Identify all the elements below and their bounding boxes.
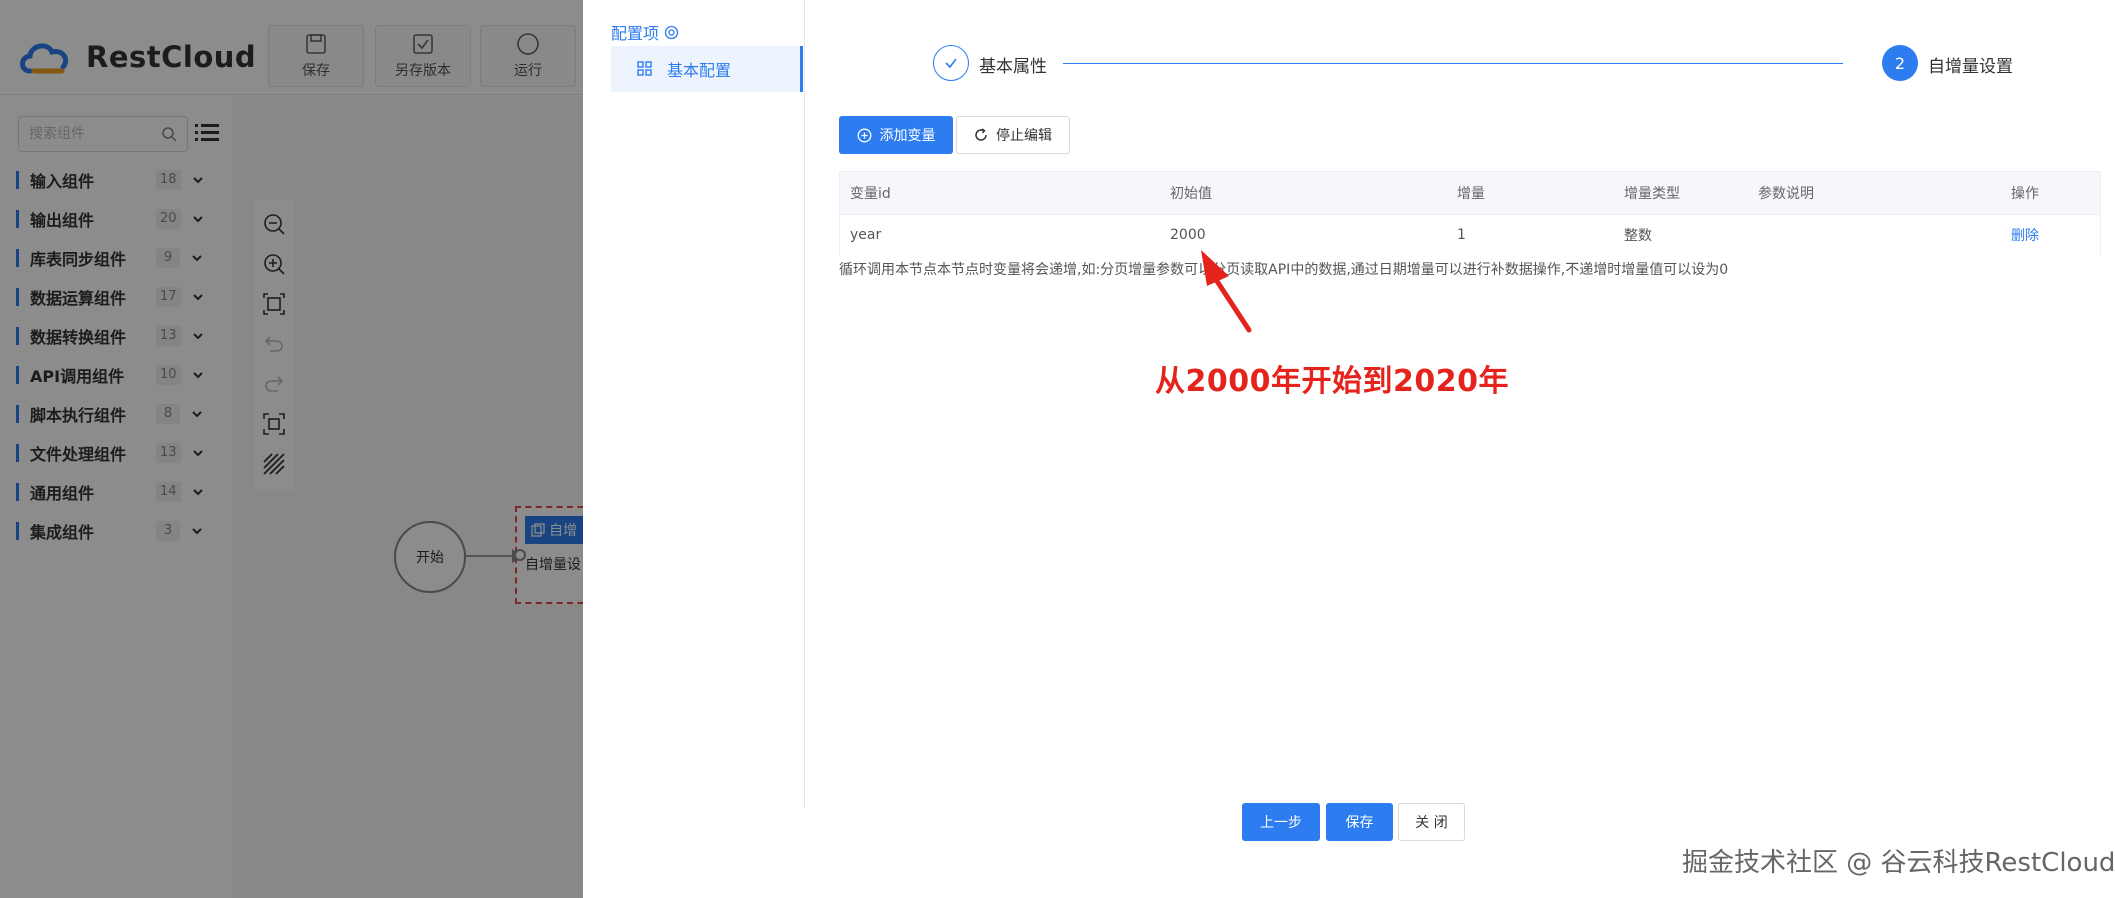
add-variable-button[interactable]: 添加变量: [839, 116, 953, 154]
grid-icon: [637, 61, 652, 76]
close-button[interactable]: 关 闭: [1398, 803, 1465, 841]
save-button[interactable]: 保存: [1326, 803, 1393, 841]
column-header: 增量类型: [1624, 186, 1680, 202]
step-2-label: 自增量设置: [1928, 57, 2013, 77]
variable-table: 变量id 初始值 增量 增量类型 参数说明 操作 year 2000 1 整数 …: [839, 171, 2101, 255]
config-title-text: 配置项: [611, 24, 660, 43]
table-header: 变量id 初始值 增量 增量类型 参数说明 操作: [840, 172, 2100, 215]
increment-hint: 循环调用本节点本节点时变量将会递增,如:分页增量参数可以分页读取API中的数据,…: [839, 262, 1729, 278]
nav-divider: [804, 0, 805, 808]
watermark: 掘金技术社区 @ 谷云科技RestCloud: [1682, 848, 2115, 878]
table-row[interactable]: year 2000 1 整数 删除: [840, 215, 2100, 255]
delete-link[interactable]: 删除: [2011, 215, 2039, 255]
cell-increment-type[interactable]: 整数: [1624, 215, 1652, 255]
prev-step-button[interactable]: 上一步: [1242, 803, 1320, 841]
step-2-indicator[interactable]: 2: [1882, 45, 1918, 81]
refresh-icon: [975, 128, 987, 141]
target-icon: [664, 25, 679, 39]
add-variable-label: 添加变量: [879, 128, 936, 144]
column-header: 变量id: [850, 186, 891, 202]
cell-variable-id[interactable]: year: [850, 215, 881, 255]
cell-initial-value[interactable]: 2000: [1170, 215, 1206, 255]
column-header: 初始值: [1170, 186, 1212, 202]
step-connector: [1063, 63, 1843, 64]
stop-edit-label: 停止编辑: [996, 128, 1052, 144]
nav-item-label: 基本配置: [667, 61, 732, 80]
cell-increment[interactable]: 1: [1457, 215, 1466, 255]
check-icon: [945, 58, 957, 69]
step-1-label: 基本属性: [979, 57, 1047, 77]
column-header: 参数说明: [1758, 186, 1814, 202]
nav-item-basic-config[interactable]: 基本配置: [611, 46, 803, 92]
column-header: 增量: [1457, 186, 1485, 202]
step-1-indicator[interactable]: [933, 45, 969, 81]
config-drawer: 配置项 基本配置 基本属性 2 自增量设置 添加变量 停止编辑 变量id 初始值…: [583, 0, 2115, 898]
column-header: 操作: [2011, 186, 2039, 202]
annotation-text: 从2000年开始到2020年: [1155, 364, 1509, 399]
stop-edit-button[interactable]: 停止编辑: [956, 116, 1070, 154]
config-title: 配置项: [611, 20, 679, 44]
annotation-arrow-icon: [1201, 250, 1252, 333]
plus-circle-icon: [857, 128, 871, 142]
